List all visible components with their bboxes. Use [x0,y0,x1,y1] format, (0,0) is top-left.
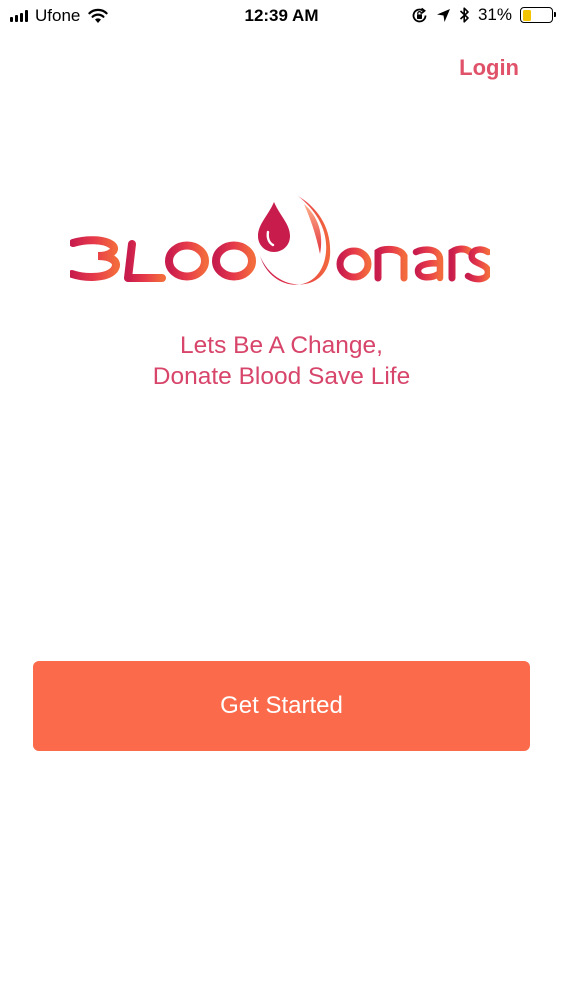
login-link[interactable]: Login [459,55,519,81]
battery-icon [520,7,556,23]
get-started-button[interactable]: Get Started [33,661,530,751]
status-bar: Ufone 12:39 AM 31% [0,0,563,34]
tagline: Lets Be A Change, Donate Blood Save Life [0,330,563,392]
blood-donars-logo [70,196,490,285]
get-started-label: Get Started [220,692,343,719]
location-arrow-icon [436,8,450,22]
orientation-lock-icon [412,7,427,22]
tagline-line-1: Lets Be A Change, [180,332,383,359]
battery-percent: 31% [477,5,512,24]
bluetooth-icon [459,7,469,23]
status-bar-right: 31% [411,5,556,25]
tagline-line-2: Donate Blood Save Life [152,363,411,390]
